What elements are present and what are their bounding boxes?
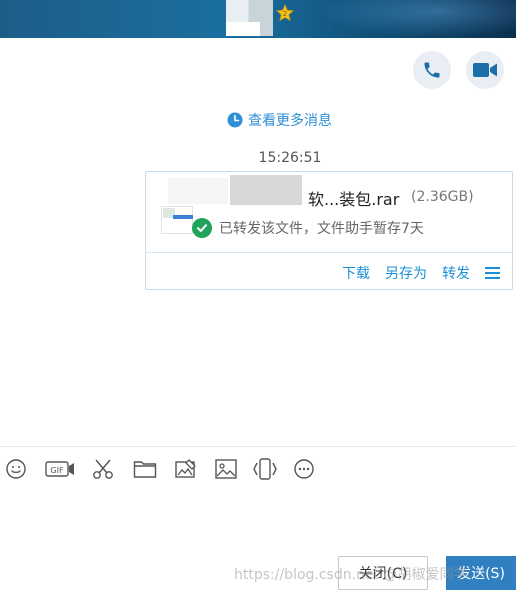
archive-file-icon bbox=[161, 206, 195, 236]
phone-icon bbox=[424, 62, 440, 78]
forward-link[interactable]: 转发 bbox=[442, 263, 470, 283]
vip-level: 2 bbox=[283, 10, 287, 18]
input-toolbar: GIF bbox=[0, 455, 516, 483]
file-message-card: 软...装包.rar (2.36GB) 已转发该文件，文件助手暂存7天 下载 另… bbox=[145, 171, 513, 290]
gif-icon[interactable]: GIF bbox=[44, 455, 76, 483]
menu-icon[interactable] bbox=[485, 267, 500, 279]
voice-call-button[interactable] bbox=[413, 51, 451, 89]
contact-name-redacted bbox=[226, 22, 260, 36]
screenshot-scissors-icon[interactable] bbox=[89, 455, 117, 483]
file-name[interactable]: 软...装包.rar bbox=[308, 186, 399, 210]
vip-star-icon: 2 bbox=[276, 4, 294, 22]
view-more-label: 查看更多消息 bbox=[248, 113, 332, 129]
folder-icon[interactable] bbox=[131, 455, 159, 483]
video-camera-icon bbox=[473, 63, 497, 77]
view-more-messages-link[interactable]: 查看更多消息 bbox=[227, 110, 332, 130]
video-call-button[interactable] bbox=[466, 51, 504, 89]
check-circle-icon bbox=[192, 218, 212, 238]
file-actions: 下载 另存为 转发 bbox=[342, 263, 500, 283]
save-as-link[interactable]: 另存为 bbox=[385, 263, 427, 283]
file-status-text: 已转发该文件，文件助手暂存7天 bbox=[219, 221, 424, 237]
shake-icon[interactable] bbox=[251, 455, 279, 483]
redacted-area bbox=[168, 178, 228, 204]
clock-icon bbox=[227, 112, 243, 128]
watermark-text: https://blog.csdn.net @胡椒爱同学 bbox=[234, 567, 468, 583]
download-link[interactable]: 下载 bbox=[342, 263, 370, 283]
emoji-icon[interactable] bbox=[2, 455, 30, 483]
header-decoration bbox=[316, 0, 516, 38]
message-timestamp: 15:26:51 bbox=[258, 150, 322, 166]
card-divider bbox=[146, 252, 512, 253]
image-icon[interactable] bbox=[212, 455, 240, 483]
more-icon[interactable] bbox=[290, 455, 318, 483]
svg-text:GIF: GIF bbox=[50, 466, 64, 475]
file-size: (2.36GB) bbox=[411, 189, 474, 205]
input-divider bbox=[0, 446, 516, 447]
image-edit-icon[interactable] bbox=[172, 455, 200, 483]
chat-header: 2 bbox=[0, 0, 516, 38]
redacted-area bbox=[230, 175, 302, 205]
